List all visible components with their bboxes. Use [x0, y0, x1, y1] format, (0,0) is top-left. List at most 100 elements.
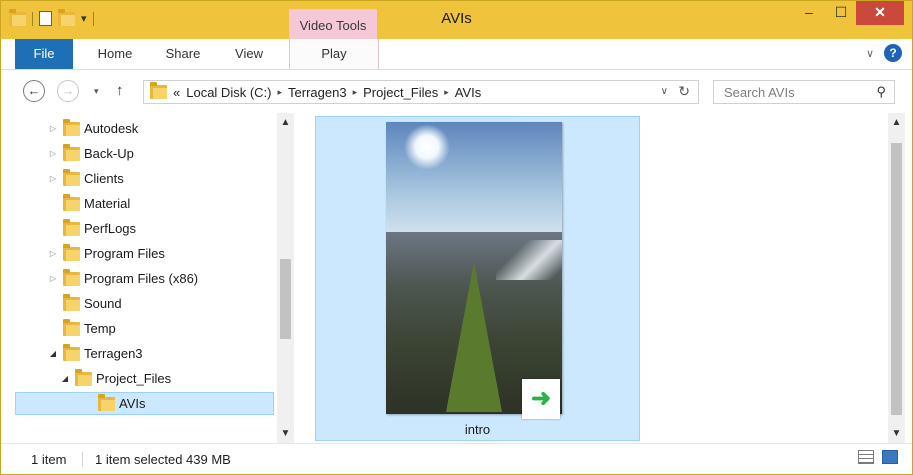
scroll-up-icon[interactable]: ▲	[888, 117, 905, 128]
expand-arrow-icon[interactable]: ▷	[47, 274, 59, 283]
breadcrumb: « Local Disk (C:) ▸ Terragen3 ▸ Project_…	[144, 82, 482, 100]
tree-item-label: Autodesk	[84, 121, 139, 136]
folder-icon	[150, 82, 167, 99]
collapse-arrow-icon[interactable]: ◢	[47, 349, 59, 358]
media-file-arrow-icon: ➜	[522, 379, 560, 419]
folder-icon	[63, 218, 80, 236]
tree-item-label: Back-Up	[84, 146, 134, 161]
explorer-window: ▾ Video Tools AVIs – ☐ ✕ File Home Share…	[0, 0, 913, 475]
close-button[interactable]: ✕	[856, 1, 904, 25]
maximize-button[interactable]: ☐	[826, 1, 856, 25]
scrollbar-thumb[interactable]	[280, 259, 291, 339]
refresh-icon[interactable]: ↻	[678, 83, 690, 100]
navigation-bar: ← → ▾ ↑ « Local Disk (C:) ▸ Terragen3 ▸ …	[1, 70, 912, 110]
scrollbar-thumb[interactable]	[891, 143, 902, 415]
folder-icon	[63, 243, 80, 261]
tree-item-terragen3[interactable]: ◢ Terragen3	[47, 342, 143, 365]
tree-item-label: Program Files	[84, 246, 165, 261]
expand-arrow-icon[interactable]: ▷	[47, 124, 59, 133]
selection-info: 1 item selected 439 MB	[95, 452, 231, 467]
folder-icon	[63, 143, 80, 161]
scroll-down-icon[interactable]: ▼	[888, 428, 905, 439]
folder-icon	[63, 118, 80, 136]
folder-icon	[63, 343, 80, 361]
tree-item-label: Clients	[84, 171, 124, 186]
ribbon-controls: ∨ ?	[866, 44, 902, 62]
tree-item-perflogs[interactable]: PerfLogs	[47, 217, 136, 240]
tree-item-label: Program Files (x86)	[84, 271, 199, 286]
folder-icon	[63, 268, 80, 286]
tree-item-label: AVIs	[119, 396, 146, 411]
tree-item-autodesk[interactable]: ▷ Autodesk	[47, 117, 138, 140]
tab-view[interactable]: View	[219, 39, 279, 69]
navigation-pane-scrollbar[interactable]: ▲ ▼	[277, 113, 294, 443]
address-dropdown-chevron-icon[interactable]: ∨	[661, 86, 668, 97]
ribbon-tabs: File Home Share View Play	[1, 39, 912, 70]
content-scrollbar[interactable]: ▲ ▼	[888, 113, 905, 443]
minimize-button[interactable]: –	[794, 1, 824, 25]
back-button[interactable]: ←	[23, 80, 45, 102]
breadcrumb-separator[interactable]: ▸	[444, 87, 449, 98]
up-button[interactable]: ↑	[116, 82, 124, 99]
search-placeholder: Search AVIs	[724, 85, 795, 100]
tab-home[interactable]: Home	[85, 39, 145, 69]
tree-item-program-files-x86[interactable]: ▷ Program Files (x86)	[47, 267, 198, 290]
view-switcher	[858, 450, 898, 464]
folder-icon	[98, 393, 115, 411]
tree-item-material[interactable]: Material	[47, 192, 130, 215]
large-icons-view-icon[interactable]	[882, 450, 898, 464]
status-bar: 1 item 1 item selected 439 MB	[1, 443, 912, 474]
tree-item-temp[interactable]: Temp	[47, 317, 116, 340]
tab-share[interactable]: Share	[153, 39, 213, 69]
tree-item-label: Terragen3	[84, 346, 143, 361]
folder-icon	[63, 193, 80, 211]
item-count: 1 item	[31, 452, 67, 467]
expand-arrow-icon[interactable]: ▷	[47, 249, 59, 258]
breadcrumb-separator[interactable]: ▸	[353, 87, 358, 98]
breadcrumb-separator[interactable]: ▸	[277, 87, 282, 98]
navigation-pane: ▷ Autodesk ▷ Back-Up ▷ Clients Material	[1, 113, 297, 443]
tree-item-avis[interactable]: AVIs	[15, 392, 274, 415]
folder-icon	[63, 293, 80, 311]
tree-item-clients[interactable]: ▷ Clients	[47, 167, 124, 190]
breadcrumb-local-disk[interactable]: Local Disk (C:)	[186, 85, 271, 100]
expand-ribbon-chevron-icon[interactable]: ∨	[866, 47, 874, 60]
thumbnail-valley	[446, 262, 502, 412]
expand-arrow-icon[interactable]: ▷	[47, 174, 59, 183]
search-box[interactable]: Search AVIs ⚲	[713, 80, 895, 104]
collapse-arrow-icon[interactable]: ◢	[59, 374, 71, 383]
tree-item-label: PerfLogs	[84, 221, 137, 236]
tree-item-program-files[interactable]: ▷ Program Files	[47, 242, 165, 265]
expand-arrow-icon[interactable]: ▷	[47, 149, 59, 158]
folder-icon	[63, 318, 80, 336]
tree-item-label: Project_Files	[96, 371, 172, 386]
recent-locations-dropdown[interactable]: ▾	[94, 86, 99, 97]
tab-play[interactable]: Play	[289, 39, 379, 69]
tree-item-project-files[interactable]: ◢ Project_Files	[59, 367, 171, 390]
thumbnail-snow	[496, 240, 562, 280]
folder-icon	[63, 168, 80, 186]
file-item-intro[interactable]: ➜ intro	[315, 116, 640, 441]
tree-item-label: Sound	[84, 296, 122, 311]
tree-item-back-up[interactable]: ▷ Back-Up	[47, 142, 134, 165]
help-icon[interactable]: ?	[884, 44, 902, 62]
folder-icon	[75, 368, 92, 386]
breadcrumb-overflow[interactable]: «	[173, 85, 180, 100]
forward-button[interactable]: →	[57, 80, 79, 102]
file-list: ➜ intro ▲ ▼	[299, 113, 912, 443]
breadcrumb-avis[interactable]: AVIs	[455, 85, 482, 100]
tab-file[interactable]: File	[15, 39, 73, 69]
scroll-up-icon[interactable]: ▲	[277, 117, 294, 128]
search-icon[interactable]: ⚲	[876, 84, 886, 100]
tree-item-sound[interactable]: Sound	[47, 292, 122, 315]
video-thumbnail	[386, 122, 562, 414]
file-name: intro	[464, 422, 491, 437]
window-title: AVIs	[441, 10, 472, 27]
scroll-down-icon[interactable]: ▼	[277, 428, 294, 439]
breadcrumb-terragen3[interactable]: Terragen3	[288, 85, 347, 100]
breadcrumb-project-files[interactable]: Project_Files	[363, 85, 438, 100]
address-bar[interactable]: « Local Disk (C:) ▸ Terragen3 ▸ Project_…	[143, 80, 699, 104]
details-view-icon[interactable]	[858, 450, 874, 464]
status-separator	[82, 452, 83, 467]
tree-item-label: Material	[84, 196, 131, 211]
